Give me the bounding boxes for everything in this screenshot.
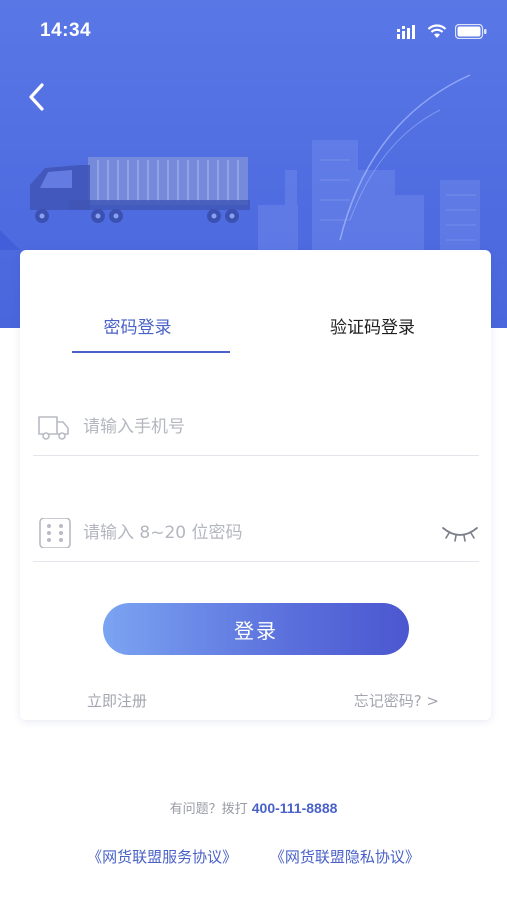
keypad-icon: [39, 518, 71, 548]
help-line: 有问题？拨打 400-111-8888: [0, 798, 507, 817]
password-input[interactable]: [83, 516, 423, 550]
eye-closed-icon[interactable]: [441, 522, 479, 544]
password-field: [33, 506, 479, 562]
login-tabs: 密码登录 验证码登录: [20, 250, 491, 360]
forgot-password-link[interactable]: 忘记密码? >: [354, 690, 439, 711]
service-agreement-link[interactable]: 《网货联盟服务协议》: [87, 848, 237, 866]
status-icons: [397, 24, 487, 39]
chevron-left-icon: [29, 83, 44, 111]
tab-sms-login[interactable]: 验证码登录: [255, 316, 490, 346]
privacy-agreement-link[interactable]: 《网货联盟隐私协议》: [270, 848, 420, 866]
login-card: 密码登录 验证码登录 登录 立即注册 忘记密码? >: [20, 250, 491, 720]
battery-icon: [455, 24, 487, 39]
active-tab-indicator: [72, 351, 230, 353]
wifi-icon: [427, 24, 447, 38]
hotline-number[interactable]: 400-111-8888: [252, 800, 338, 816]
register-link[interactable]: 立即注册: [87, 690, 147, 711]
status-bar: 14:34: [0, 0, 507, 64]
tab-password-login[interactable]: 密码登录: [20, 316, 255, 346]
login-button[interactable]: 登录: [103, 603, 409, 655]
back-button[interactable]: [20, 80, 54, 114]
cellular-signal-icon: [397, 24, 415, 39]
phone-input[interactable]: [83, 410, 423, 444]
agreement-links: 《网货联盟服务协议》 《网货联盟隐私协议》: [0, 846, 507, 867]
status-time: 14:34: [40, 20, 92, 41]
truck-icon: [38, 416, 69, 440]
phone-field: [33, 400, 479, 456]
help-prefix: 有问题？拨打: [169, 802, 248, 817]
